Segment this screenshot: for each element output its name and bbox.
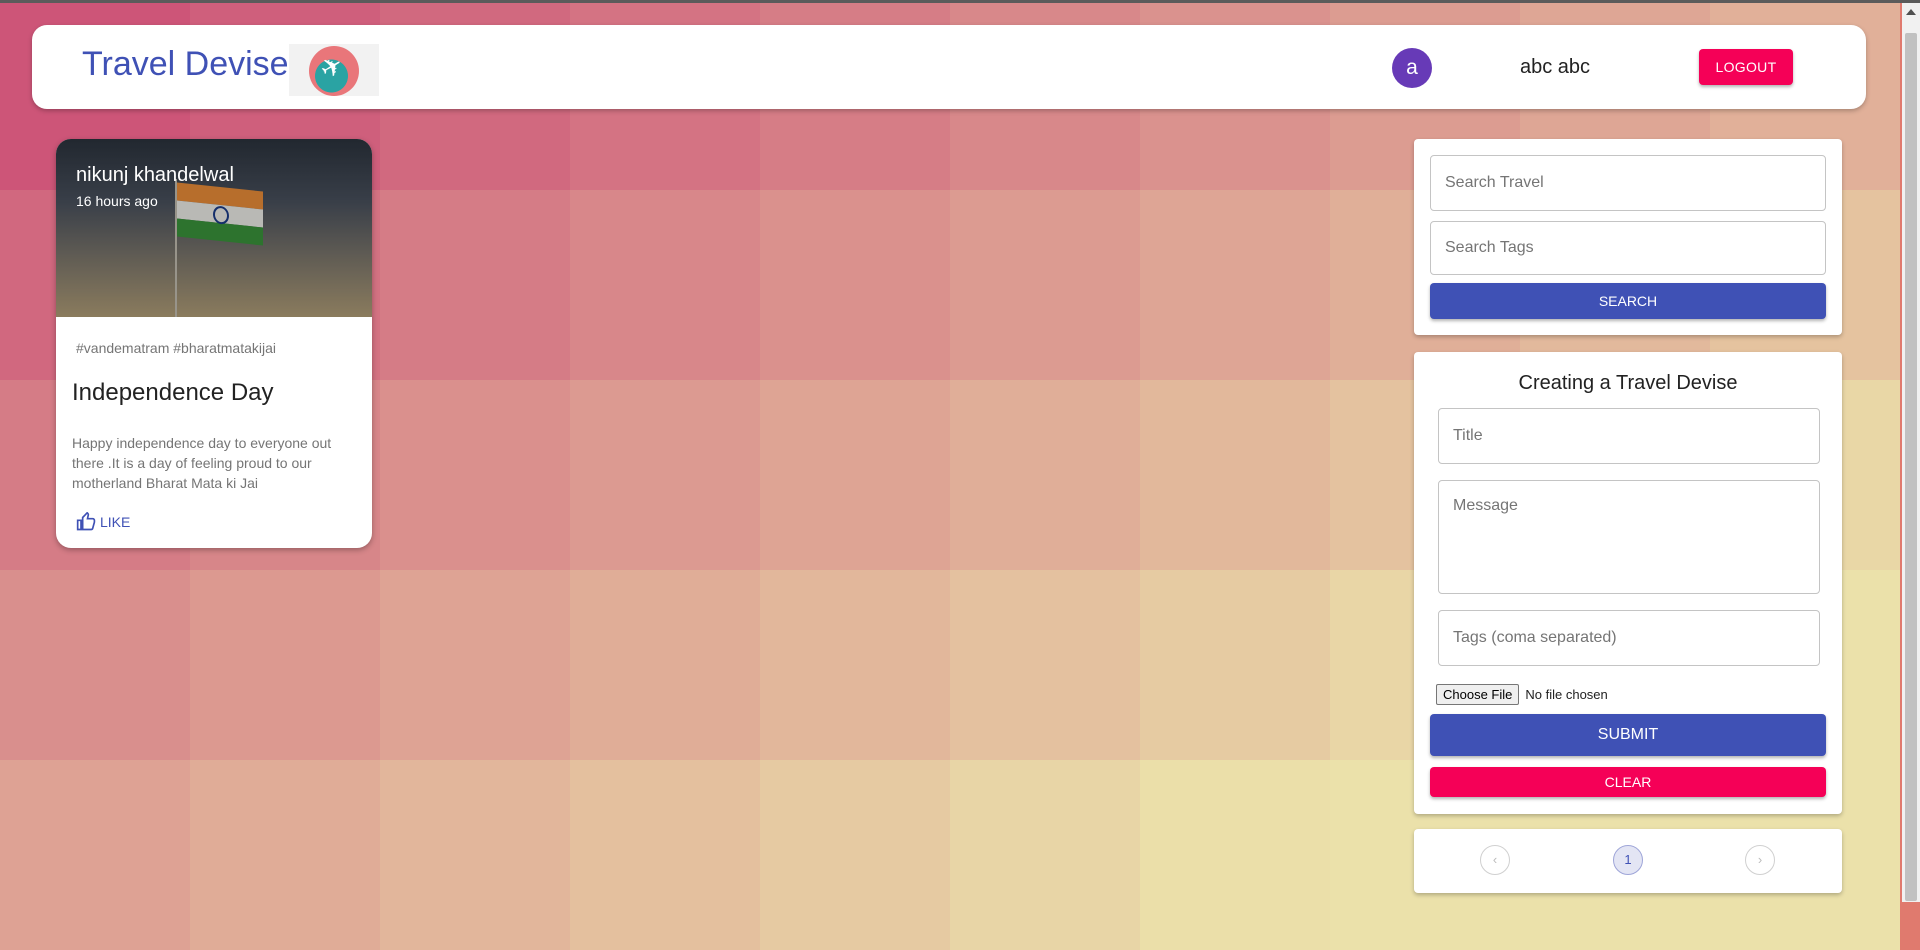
app-bar: Travel Devise ✈ a abc abc LOGOUT [32, 25, 1866, 109]
post-title: Independence Day [72, 379, 274, 406]
background-tile [760, 760, 950, 950]
submit-button[interactable]: SUBMIT [1430, 714, 1826, 756]
clear-button[interactable]: CLEAR [1430, 767, 1826, 797]
background-tile [570, 380, 760, 570]
message-field[interactable] [1438, 480, 1820, 594]
post-time: 16 hours ago [76, 193, 158, 209]
post-card: nikunj khandelwal 16 hours ago #vandemat… [56, 139, 372, 548]
background-tile [1140, 190, 1330, 380]
search-panel: SEARCH [1414, 139, 1842, 335]
file-upload: Choose File No file chosen [1436, 684, 1608, 705]
page-button-current[interactable]: 1 [1613, 845, 1643, 875]
brand-title[interactable]: Travel Devise [82, 45, 289, 84]
search-travel-input[interactable] [1430, 155, 1826, 211]
background-tile [760, 570, 950, 760]
background-tile [1140, 570, 1330, 760]
background-tile [950, 570, 1140, 760]
file-status: No file chosen [1525, 687, 1608, 702]
post-image: nikunj khandelwal 16 hours ago [56, 139, 372, 317]
thumb-up-icon [76, 512, 96, 531]
search-button[interactable]: SEARCH [1430, 283, 1826, 319]
background-tile [570, 760, 760, 950]
background-tile [570, 190, 760, 380]
chevron-left-icon: ‹ [1492, 852, 1498, 867]
background-tile [380, 380, 570, 570]
post-tags: #vandematram #bharatmatakijai [76, 340, 276, 356]
vertical-scrollbar[interactable] [1902, 3, 1920, 902]
background-tile [950, 190, 1140, 380]
post-message: Happy independence day to everyone out t… [72, 435, 332, 491]
avatar: a [1392, 48, 1432, 88]
user-name: abc abc [1520, 56, 1591, 78]
tags-field[interactable] [1438, 610, 1820, 666]
create-post-form: Creating a Travel Devise Choose File No … [1414, 352, 1842, 814]
chevron-right-icon: › [1757, 852, 1763, 867]
background-tile [0, 760, 190, 950]
background-tile [570, 570, 760, 760]
background-tile [380, 760, 570, 950]
background-tile [190, 570, 380, 760]
pagination: ‹ 1 › [1414, 829, 1842, 893]
previous-page-button[interactable]: ‹ [1480, 845, 1510, 875]
background-tile [1140, 760, 1330, 950]
scroll-up-icon[interactable] [1906, 9, 1916, 15]
choose-file-button[interactable]: Choose File [1436, 684, 1520, 705]
background-tile [380, 190, 570, 380]
like-button[interactable]: LIKE [76, 512, 130, 532]
background-tile [380, 570, 570, 760]
next-page-button[interactable]: › [1745, 845, 1775, 875]
window-top-border [0, 0, 1920, 3]
brand-logo: ✈ [289, 44, 379, 96]
title-field[interactable] [1438, 408, 1820, 464]
background-tile [760, 190, 950, 380]
like-label: LIKE [100, 514, 131, 530]
form-heading: Creating a Travel Devise [1518, 372, 1738, 394]
logout-button[interactable]: LOGOUT [1699, 49, 1793, 85]
background-tile [950, 380, 1140, 570]
background-tile [950, 760, 1140, 950]
background-tile [0, 570, 190, 760]
scrollbar-thumb[interactable] [1905, 33, 1917, 901]
background-tile [760, 380, 950, 570]
globe-plane-icon: ✈ [309, 46, 359, 96]
background-tile [190, 760, 380, 950]
post-creator: nikunj khandelwal [76, 164, 234, 186]
background-tile [1140, 380, 1330, 570]
search-tags-input[interactable] [1430, 221, 1826, 275]
